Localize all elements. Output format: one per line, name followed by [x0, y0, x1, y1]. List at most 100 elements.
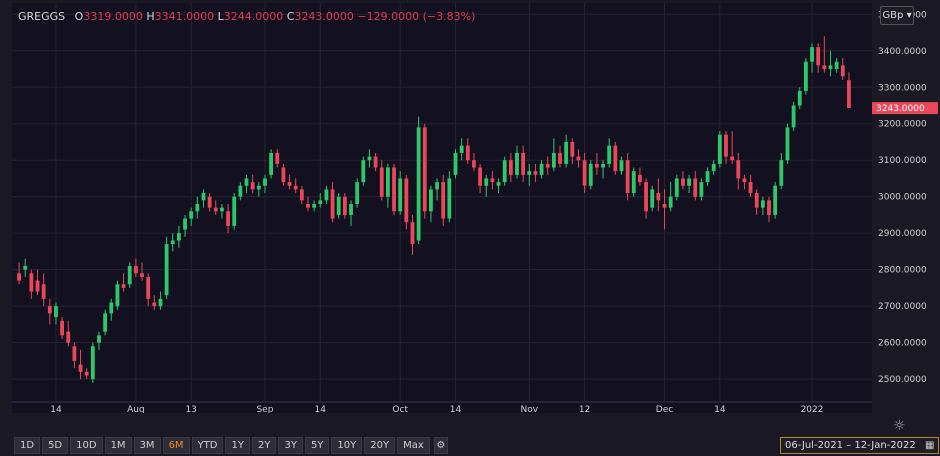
candle-body: [263, 178, 267, 186]
range-button-5y[interactable]: 5Y: [304, 437, 330, 454]
x-tick-label: Aug: [127, 405, 145, 413]
candle-body: [711, 163, 716, 172]
y-tick-label: 2700.0000: [878, 302, 927, 312]
candle-body: [674, 178, 679, 197]
range-button-1y[interactable]: 1Y: [225, 437, 250, 454]
candle-body: [299, 189, 304, 201]
range-button-10y[interactable]: 10Y: [331, 437, 363, 454]
candle-body: [730, 156, 735, 161]
x-tick-label: Dec: [656, 405, 673, 413]
range-button-1d[interactable]: 1D: [14, 437, 41, 454]
candle-body: [650, 189, 655, 208]
candle-body: [625, 160, 630, 194]
calendar-icon: ▦: [924, 440, 935, 451]
chart-settings-icon[interactable]: ☼: [893, 418, 906, 434]
range-button-3m[interactable]: 3M: [133, 437, 161, 454]
candle-body: [312, 204, 317, 208]
open-value: 3319.0000: [83, 10, 143, 23]
currency-button[interactable]: GBp ▾: [880, 6, 914, 25]
y-tick-label: 2800.0000: [878, 266, 927, 276]
candle-body: [724, 134, 728, 157]
x-tick-label: 14: [315, 405, 327, 413]
candle-body: [29, 273, 34, 292]
candle-body: [687, 178, 692, 186]
range-button-20y[interactable]: 20Y: [364, 437, 396, 454]
candle-body: [410, 222, 415, 245]
candle-body: [699, 182, 704, 197]
candle-body: [570, 141, 575, 157]
candle-body: [244, 178, 249, 186]
y-tick-label: 3300.0000: [878, 83, 927, 93]
candle-body: [275, 152, 280, 164]
candle-body: [736, 160, 741, 179]
candle-body: [527, 171, 532, 175]
candle-body: [47, 306, 52, 314]
x-axis: 14 Aug 13 Sep 14 Oct 14 Nov 12 Dec 14 2022: [12, 401, 872, 413]
candle-body: [355, 182, 360, 204]
candle-body: [416, 127, 421, 241]
candle-body: [681, 178, 685, 186]
x-tick-label: 2022: [801, 405, 824, 413]
candle-body: [767, 200, 771, 215]
date-range-picker[interactable]: 06-Jul-2021 – 12-Jan-2022 ▦: [780, 437, 940, 454]
candle-body: [422, 127, 427, 212]
range-button-max[interactable]: Max: [397, 437, 430, 454]
candle-body: [594, 163, 599, 168]
candle-body: [392, 167, 396, 212]
range-button-2y[interactable]: 2Y: [251, 437, 277, 454]
candle-body: [631, 171, 636, 194]
candle-body: [810, 47, 814, 62]
range-button-5d[interactable]: 5D: [42, 437, 69, 454]
candle-body: [638, 174, 642, 183]
candle-body: [324, 189, 329, 201]
candle-body: [78, 364, 83, 372]
plot-area[interactable]: 14 Aug 13 Sep 14 Oct 14 Nov 12 Dec 14 2022: [12, 3, 872, 413]
candle-body: [459, 145, 464, 153]
candle-body: [66, 331, 71, 343]
candle-body: [515, 152, 519, 175]
candle-body: [803, 61, 808, 91]
candle-body: [281, 167, 286, 183]
candle-body: [785, 127, 790, 161]
candle-body: [779, 160, 784, 186]
candle-body: [35, 280, 40, 292]
candle-body: [379, 167, 384, 197]
candle-body: [207, 196, 212, 208]
candlestick-chart: 14 Aug 13 Sep 14 Oct 14 Nov 12 Dec 14 2022: [12, 3, 872, 413]
range-button-3y[interactable]: 3Y: [278, 437, 303, 454]
candle-body: [662, 204, 667, 208]
y-tick-label: 2600.0000: [878, 339, 927, 349]
candle-body: [398, 178, 403, 212]
x-tick-label: 13: [185, 405, 196, 413]
gear-icon[interactable]: ⚙: [433, 437, 448, 454]
candle-body: [465, 145, 470, 161]
candle-body: [164, 244, 169, 296]
high-value: 3341.0000: [154, 10, 215, 23]
candle-body: [847, 80, 851, 109]
y-tick-label: 2900.0000: [878, 229, 927, 239]
date-range-start: 06-Jul-2021: [785, 440, 844, 451]
candle-body: [361, 160, 366, 183]
candle-body: [201, 193, 206, 201]
candle-body: [152, 302, 157, 307]
candle-body: [287, 182, 292, 186]
chevron-down-icon: ▾: [906, 10, 912, 21]
range-button-1m[interactable]: 1M: [104, 437, 132, 454]
candle-body: [60, 320, 65, 336]
range-button-6m[interactable]: 6M: [162, 437, 190, 454]
candle-body: [545, 163, 550, 168]
candle-body: [693, 178, 698, 197]
date-range-end: 12-Jan-2022: [854, 440, 916, 451]
range-button-ytd[interactable]: YTD: [191, 437, 224, 454]
candle-body: [250, 182, 255, 190]
candle-body: [133, 266, 138, 274]
candle-body: [582, 160, 587, 186]
candle-body: [705, 171, 710, 183]
candle-body: [349, 204, 353, 215]
x-tick-label: 14: [450, 405, 462, 413]
range-button-10d[interactable]: 10D: [70, 437, 103, 454]
candle-body: [748, 182, 753, 194]
candle-body: [564, 141, 569, 164]
y-tick-label: 3000.0000: [878, 193, 927, 203]
close-value: 3243.0000: [294, 10, 354, 23]
